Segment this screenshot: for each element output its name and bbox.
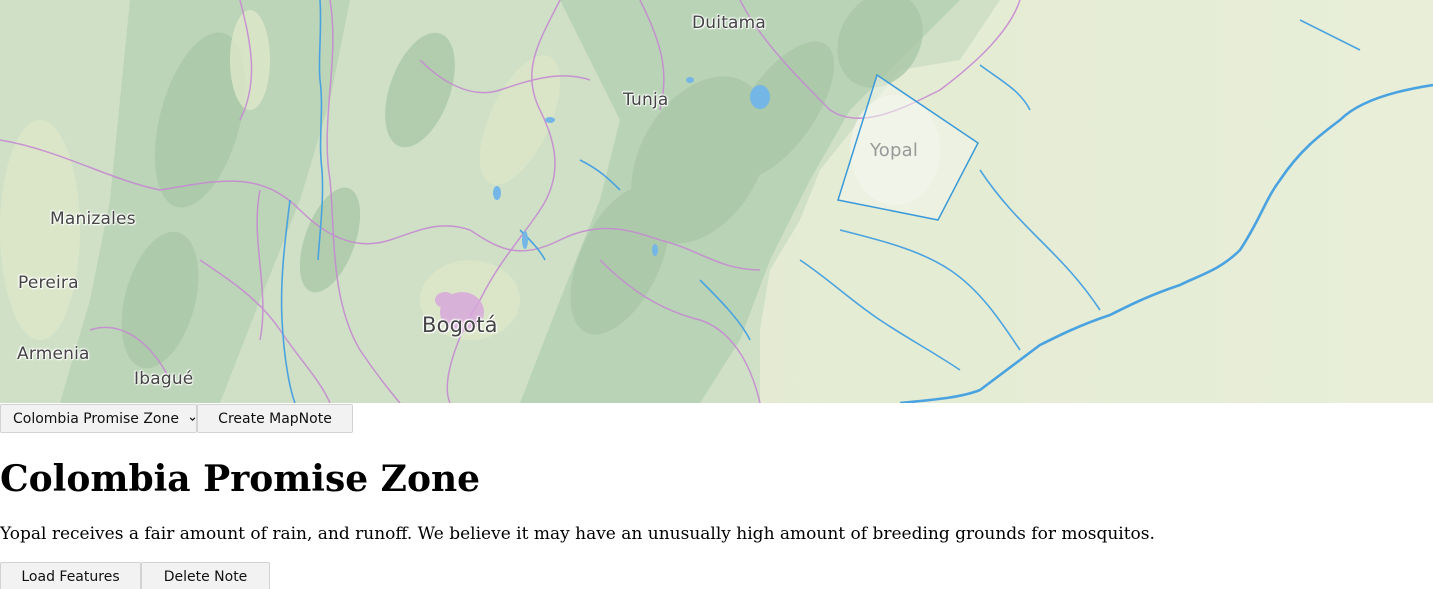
city-label-tunja: Tunja [623, 90, 669, 110]
zone-select-value: Colombia Promise Zone [13, 410, 179, 427]
city-label-duitama: Duitama [692, 13, 767, 33]
city-label-armenia: Armenia [17, 344, 90, 364]
city-label-manizales: Manizales [50, 209, 136, 229]
note-title: Colombia Promise Zone [0, 458, 481, 500]
city-label-pereira: Pereira [18, 273, 79, 293]
map-view[interactable]: Duitama Tunja Manizales Pereira Bogotá A… [0, 0, 1433, 403]
zone-select[interactable]: Colombia Promise Zone [0, 404, 197, 433]
city-label-ibague: Ibagué [134, 369, 194, 389]
chevron-down-icon [189, 416, 196, 421]
delete-note-button[interactable]: Delete Note [141, 562, 270, 589]
create-mapnote-button[interactable]: Create MapNote [197, 404, 353, 433]
note-description: Yopal receives a fair amount of rain, an… [0, 524, 1155, 544]
city-label-yopal: Yopal [870, 140, 919, 161]
map-terrain [0, 0, 1433, 403]
city-label-bogota: Bogotá [422, 313, 498, 337]
load-features-button[interactable]: Load Features [0, 562, 141, 589]
